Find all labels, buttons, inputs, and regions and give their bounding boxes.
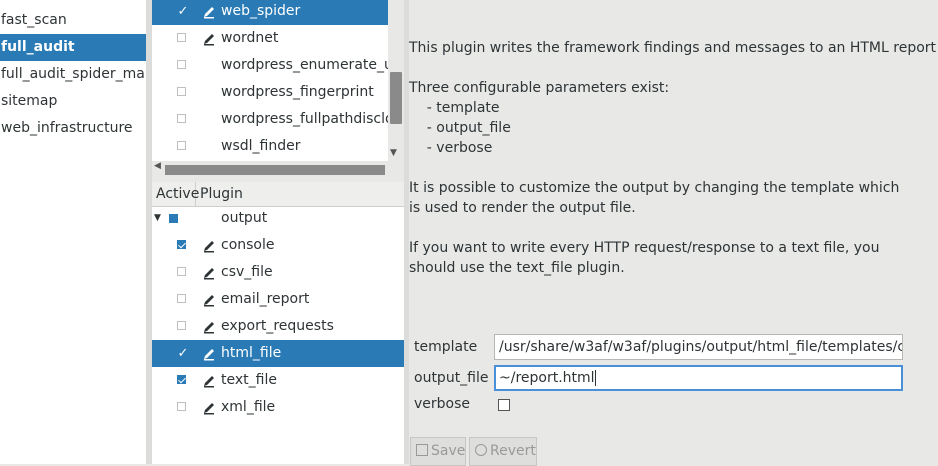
template-label: template: [414, 339, 478, 355]
edit-icon: [204, 241, 214, 253]
column-header-active[interactable]: Active: [152, 182, 199, 207]
profile-item-sitemap[interactable]: sitemap: [0, 88, 146, 115]
description-line: Three configurable parameters exist:: [409, 80, 670, 96]
scroll-left-arrow-icon[interactable]: ◀: [154, 161, 161, 171]
check-icon[interactable]: ✓: [176, 340, 190, 367]
save-icon: [416, 444, 428, 456]
profile-label: full_audit: [1, 39, 75, 55]
plugin-checkbox[interactable]: [177, 87, 186, 96]
revert-button-label: Revert: [490, 443, 536, 459]
verbose-label: verbose: [414, 396, 471, 412]
edit-icon: [204, 295, 214, 307]
plugin-name: wordpress_enumerate_us: [221, 57, 388, 73]
plugin-checkbox[interactable]: [177, 402, 186, 411]
profile-label: web_infrastructure: [1, 120, 133, 136]
description-line: - verbose: [409, 140, 493, 156]
profile-item-full-audit[interactable]: full_audit: [0, 34, 146, 61]
revert-button[interactable]: Revert: [469, 437, 537, 466]
group-name: output: [221, 210, 268, 226]
edit-icon: [204, 349, 214, 361]
plugin-row-export-requests[interactable]: export_requests: [152, 313, 404, 340]
scroll-down-arrow-icon[interactable]: ▼: [390, 148, 397, 158]
plugin-name: xml_file: [221, 399, 276, 415]
output-file-value: ~/report.html: [499, 370, 595, 386]
output-file-field[interactable]: ~/report.html: [494, 365, 903, 391]
description-line: should use the text_file plugin.: [409, 260, 625, 276]
edit-icon: [204, 322, 214, 334]
plugin-name: wordpress_fullpathdisclo: [221, 111, 388, 127]
vertical-scrollbar-thumb[interactable]: [390, 72, 402, 124]
profile-label: sitemap: [1, 93, 58, 109]
edit-icon: [204, 376, 214, 388]
plugin-list-top: ✓ web_spider wordnet wordpress_enumerate…: [152, 0, 388, 161]
save-button[interactable]: Save: [410, 437, 466, 466]
description-line: - output_file: [409, 120, 511, 136]
plugin-checkbox[interactable]: [177, 60, 186, 69]
plugin-row-wordpress-fingerprint[interactable]: wordpress_fingerprint: [152, 79, 388, 106]
plugin-row-text-file[interactable]: text_file: [152, 367, 404, 394]
template-value: /usr/share/w3af/w3af/plugins/output/html…: [499, 339, 903, 355]
revert-icon: [475, 444, 487, 456]
horizontal-scrollbar-thumb[interactable]: [165, 165, 385, 175]
plugin-name: wsdl_finder: [221, 138, 301, 154]
tree-group-output[interactable]: ▼ output: [152, 205, 404, 232]
plugin-checkbox[interactable]: [177, 267, 186, 276]
plugin-row-wordnet[interactable]: wordnet: [152, 25, 388, 52]
plugin-checkbox[interactable]: [177, 240, 186, 249]
plugin-description: This plugin writes the framework finding…: [409, 0, 938, 464]
plugin-checkbox[interactable]: [177, 114, 186, 123]
plugin-row-wordpress-enumerate-users[interactable]: wordpress_enumerate_us: [152, 52, 388, 79]
plugin-row-web-spider[interactable]: ✓ web_spider: [152, 0, 388, 25]
plugin-name: wordpress_fingerprint: [221, 84, 374, 100]
plugin-name: email_report: [221, 291, 310, 307]
column-header-plugin[interactable]: Plugin: [196, 182, 404, 207]
description-line: - template: [409, 100, 500, 116]
text-cursor: [594, 370, 596, 386]
plugin-name: web_spider: [221, 3, 301, 19]
save-button-label: Save: [431, 443, 466, 459]
plugin-row-email-report[interactable]: email_report: [152, 286, 404, 313]
profile-item-web-infrastructure[interactable]: web_infrastructure: [0, 115, 146, 142]
edit-icon: [204, 34, 214, 46]
expander-down-icon[interactable]: ▼: [154, 205, 161, 232]
profile-label: fast_scan: [1, 12, 67, 28]
check-icon[interactable]: ✓: [176, 0, 190, 25]
plugin-name: console: [221, 237, 275, 253]
description-line: is used to render the output file.: [409, 200, 636, 216]
description-line: If you want to write every HTTP request/…: [409, 240, 880, 256]
plugin-checkbox[interactable]: [177, 294, 186, 303]
plugin-name: text_file: [221, 372, 277, 388]
plugin-checkbox[interactable]: [177, 33, 186, 42]
plugin-name: wordnet: [221, 30, 279, 46]
plugin-checkbox[interactable]: [177, 375, 186, 384]
edit-icon: [204, 403, 214, 415]
plugin-row-console[interactable]: console: [152, 232, 404, 259]
description-line: This plugin writes the framework finding…: [409, 40, 937, 56]
plugin-row-html-file[interactable]: ✓ html_file: [152, 340, 404, 367]
plugin-name: export_requests: [221, 318, 334, 334]
plugin-row-wsdl-finder[interactable]: wsdl_finder: [152, 133, 388, 160]
plugin-name: html_file: [221, 345, 282, 361]
profile-label: full_audit_spider_man: [1, 66, 146, 82]
profiles-list: fast_scan full_audit full_audit_spider_m…: [0, 0, 146, 464]
output-file-label: output_file: [414, 370, 489, 386]
template-field[interactable]: /usr/share/w3af/w3af/plugins/output/html…: [494, 334, 903, 360]
profile-item-fast-scan[interactable]: fast_scan: [0, 7, 146, 34]
tree-header: Active Plugin: [152, 182, 404, 207]
description-line: It is possible to customize the output b…: [409, 180, 900, 196]
plugin-checkbox[interactable]: [177, 141, 186, 150]
plugin-row-wordpress-fullpathdisclosure[interactable]: wordpress_fullpathdisclo: [152, 106, 388, 133]
plugin-checkbox[interactable]: [177, 321, 186, 330]
edit-icon: [204, 7, 214, 19]
output-plugin-tree: Active Plugin ▼ output console csv_file …: [152, 182, 404, 464]
plugin-row-csv-file[interactable]: csv_file: [152, 259, 404, 286]
plugin-row-xml-file[interactable]: xml_file: [152, 394, 404, 421]
verbose-checkbox[interactable]: [498, 399, 510, 411]
edit-icon: [204, 268, 214, 280]
profile-item-full-audit-spider-man[interactable]: full_audit_spider_man: [0, 61, 146, 88]
plugin-name: csv_file: [221, 264, 273, 280]
partial-check-icon[interactable]: [169, 214, 178, 223]
